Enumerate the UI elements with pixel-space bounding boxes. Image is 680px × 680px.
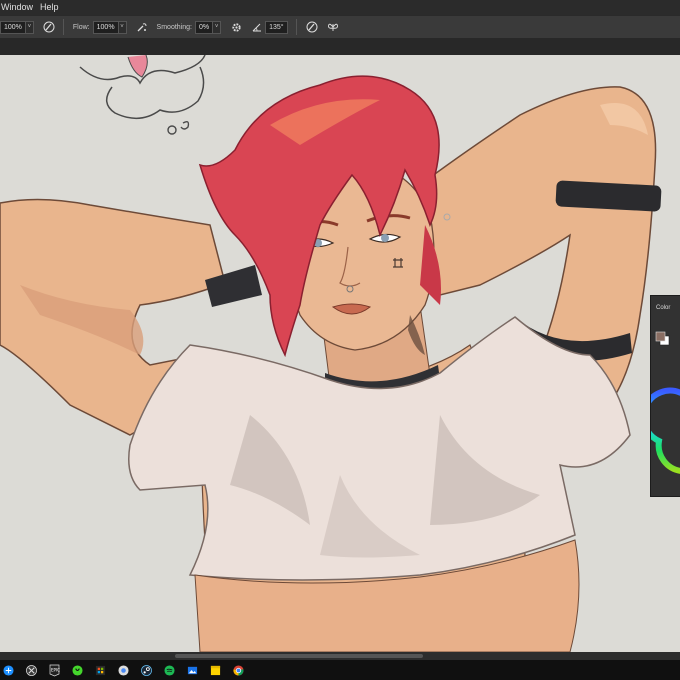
flow-field[interactable]: 100%	[92, 20, 119, 34]
color-wheel	[640, 387, 680, 474]
spotify-icon[interactable]	[163, 664, 176, 677]
steam-icon[interactable]	[140, 664, 153, 677]
angle-icon	[251, 21, 263, 33]
artwork	[0, 55, 662, 652]
razer-icon[interactable]	[71, 664, 84, 677]
sticky-notes-icon[interactable]	[209, 664, 222, 677]
chrome-icon[interactable]	[232, 664, 245, 677]
menu-bar: Window Help	[0, 0, 680, 15]
xbox-icon[interactable]	[25, 664, 38, 677]
taskbar: EPIC	[0, 660, 680, 680]
opacity-field[interactable]: 100%	[0, 20, 26, 34]
heart-shape	[127, 55, 148, 78]
gear-icon[interactable]	[230, 21, 242, 33]
photos-icon[interactable]	[186, 664, 199, 677]
tool-options-bar: 100% ˅ Flow: 100% ˅ Smoothing: 0% ˅ 135°	[0, 15, 680, 39]
bubble-dot-1	[167, 125, 177, 135]
scrollbar-thumb[interactable]	[175, 654, 423, 658]
bubble-dot-2	[180, 120, 190, 130]
document-tab-strip	[0, 38, 680, 55]
symmetry-butterfly-icon[interactable]	[327, 21, 339, 33]
pressure-size-icon[interactable]	[306, 21, 318, 33]
menu-help[interactable]: Help	[39, 0, 65, 15]
smoothing-field[interactable]: 0%	[194, 20, 214, 34]
color-panel: Color	[640, 295, 680, 497]
thought-bubble-lower	[106, 66, 205, 119]
ms-store-icon[interactable]	[94, 664, 107, 677]
color-panel-title[interactable]: Color	[651, 296, 680, 311]
canvas[interactable]	[0, 55, 680, 652]
angle-field[interactable]: 135°	[265, 20, 288, 34]
airbrush-icon[interactable]	[136, 21, 148, 33]
separator	[62, 19, 64, 35]
smoothing-dropdown[interactable]: ˅	[213, 20, 222, 34]
right-iris	[381, 234, 389, 242]
separator	[295, 19, 297, 35]
color-swatches	[640, 331, 680, 474]
epic-games-icon[interactable]: EPIC	[48, 664, 61, 677]
flow-label: Flow:	[72, 23, 90, 31]
svg-text:EPIC: EPIC	[51, 667, 60, 672]
horizontal-scrollbar[interactable]	[0, 652, 680, 660]
foreground-color-swatch[interactable]	[655, 331, 666, 342]
chrome-app-icon[interactable]	[117, 664, 130, 677]
smoothing-label: Smoothing:	[156, 23, 192, 31]
flow-dropdown[interactable]: ˅	[118, 20, 127, 34]
windows-icon[interactable]	[2, 664, 15, 677]
right-arm-band-upper	[555, 180, 662, 212]
menu-window[interactable]: Window	[0, 0, 39, 15]
opacity-dropdown[interactable]: ˅	[25, 20, 34, 34]
pressure-opacity-icon[interactable]	[43, 21, 55, 33]
